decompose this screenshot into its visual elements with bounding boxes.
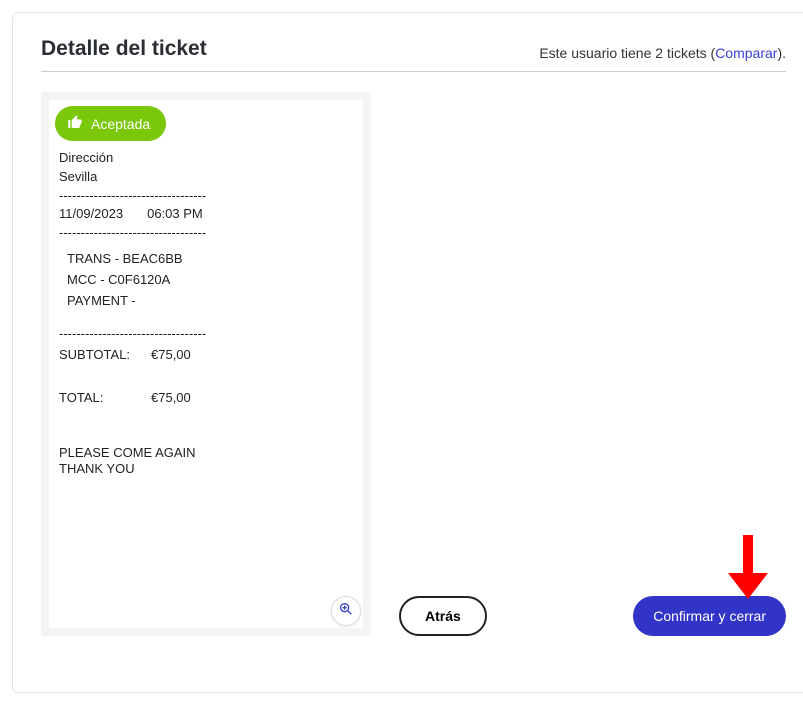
confirm-close-button[interactable]: Confirmar y cerrar (633, 596, 786, 636)
ticket-count-text: Este usuario tiene 2 tickets (Comparar). (539, 45, 786, 61)
subtitle-suffix: ). (777, 45, 786, 61)
receipt-address-label: Dirección (59, 150, 353, 165)
status-badge-label: Aceptada (91, 116, 150, 132)
receipt-content: Dirección Sevilla ----------------------… (49, 100, 363, 628)
total-label: TOTAL: (59, 390, 133, 405)
back-button[interactable]: Atrás (399, 596, 487, 636)
header-row: Detalle del ticket Este usuario tiene 2 … (41, 37, 786, 72)
actions-column: Atrás Confirmar y cerrar (399, 92, 786, 636)
receipt-payment: PAYMENT - (67, 293, 353, 308)
zoom-in-button[interactable] (331, 596, 361, 626)
subtotal-label: SUBTOTAL: (59, 347, 133, 362)
ticket-detail-card: Detalle del ticket Este usuario tiene 2 … (12, 12, 803, 693)
receipt-date: 11/09/2023 (59, 206, 123, 221)
button-row: Atrás Confirmar y cerrar (399, 596, 786, 636)
compare-link[interactable]: Comparar (715, 45, 777, 61)
thumbs-up-icon (67, 114, 83, 133)
receipt-divider: ---------------------------------- (59, 225, 353, 240)
receipt-city: Sevilla (59, 169, 353, 184)
status-badge: Aceptada (55, 106, 166, 141)
page-title: Detalle del ticket (41, 37, 207, 61)
receipt-footer-line-2: THANK YOU (59, 461, 353, 477)
receipt-divider: ---------------------------------- (59, 326, 353, 341)
total-value: €75,00 (151, 390, 191, 405)
body-row: Aceptada Dirección Sevilla -------------… (41, 92, 786, 636)
subtotal-value: €75,00 (151, 347, 191, 362)
receipt-mcc: MCC - C0F6120A (67, 272, 353, 287)
receipt-divider: ---------------------------------- (59, 188, 353, 203)
magnifier-plus-icon (338, 601, 354, 622)
ticket-image-container: Aceptada Dirección Sevilla -------------… (41, 92, 371, 636)
receipt-trans: TRANS - BEAC6BB (67, 251, 353, 266)
subtitle-prefix: Este usuario tiene 2 tickets ( (539, 45, 715, 61)
receipt-time: 06:03 PM (147, 206, 203, 221)
receipt-footer-line-1: PLEASE COME AGAIN (59, 445, 353, 461)
